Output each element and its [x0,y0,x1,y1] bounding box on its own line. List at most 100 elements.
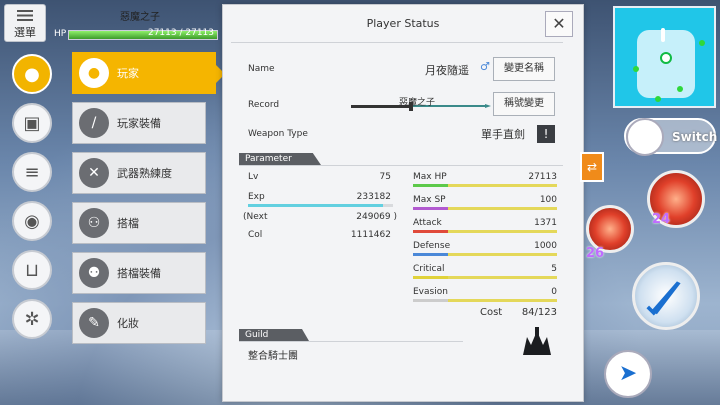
minimap[interactable] [613,6,716,108]
shop-category-button[interactable]: ⊔ [12,250,52,290]
col-value: 1111462 [350,230,391,240]
bag-icon: ▣ [23,112,41,134]
stat-bar [413,207,557,210]
guild-tab: Guild [239,329,309,341]
submenu-label: 玩家 [117,67,139,80]
player-category-button[interactable]: ● [12,54,52,94]
stat-value: 27113 [528,172,557,182]
minimap-dot [699,40,705,46]
swap-arrows-icon: ⇄ [586,160,598,174]
stat-bar [413,299,557,302]
submenu-item-partner[interactable]: ⚇ 搭檔 [72,202,206,244]
stat-bar-fill [413,230,448,233]
exp-label: Exp [248,192,265,202]
stat-value: 100 [539,195,557,205]
person-icon: ● [24,63,40,85]
running-icon: ➤ [618,361,638,386]
col-label: Col [248,230,263,240]
minimap-dot [655,96,661,102]
menu-button[interactable]: 選單 [4,4,46,42]
parameter-tab: Parameter [239,153,321,165]
player-position-icon [660,52,672,64]
switch-button[interactable]: Switch [624,118,718,156]
submenu-item-player-equipment[interactable]: / 玩家裝備 [72,102,206,144]
player-submenu: ● 玩家 / 玩家裝備 ✕ 武器熟練度 ⚇ 搭檔 ⚉ 搭檔裝備 ✎ 化妝 [72,52,225,352]
exp-bar [248,204,393,207]
minimap-area [637,30,695,98]
submenu-label: 化妝 [117,317,139,330]
divider [239,341,463,342]
menu-icon [17,10,33,21]
stat-bar-fill [413,276,448,279]
stat-value: 1371 [534,218,557,228]
stat-bar-fill [413,299,448,302]
rename-button[interactable]: 變更名稱 [493,57,555,81]
player-status-panel: Player Status ✕ Name 月夜隨遥 ♂ 變更名稱 Record … [222,4,584,402]
settings-category-button[interactable]: ✲ [12,299,52,339]
cost-label: Cost [480,307,503,318]
stat-bar [413,276,557,279]
switch-label: Switch [672,130,718,144]
dash-button[interactable]: ➤ [604,350,652,398]
hp-gauge: HP 27113 / 27113 [52,28,222,42]
makeup-icon: ✎ [79,308,109,338]
weapon-type-value: 單手直劍 [481,128,525,141]
submenu-item-makeup[interactable]: ✎ 化妝 [72,302,206,344]
social-category-button[interactable]: ◉ [12,201,52,241]
submenu-item-weapon-proficiency[interactable]: ✕ 武器熟練度 [72,152,206,194]
menu-category-column: ● ▣ ≡ ◉ ⊔ ✲ [12,54,54,348]
skill-cooldown-1: 24 [652,212,671,227]
panel-title: Player Status [366,17,440,30]
stat-bar [413,253,557,256]
submenu-item-player[interactable]: ● 玩家 [72,52,225,94]
partner-icon: ⚇ [79,208,109,238]
weapon-type-label: Weapon Type [248,129,308,139]
attack-button[interactable] [632,262,700,330]
minimap-marker-icon [661,28,665,42]
close-icon: ✕ [552,14,566,33]
stat-value: 5 [551,264,557,274]
minimap-dot [633,66,639,72]
document-icon: ≡ [24,161,40,183]
lv-label: Lv [248,172,259,182]
record-label: Record [248,100,280,110]
stat-bar-fill [413,207,448,210]
stat-bar-fill [413,184,448,187]
submenu-label: 搭檔裝備 [117,267,161,280]
male-gender-icon: ♂ [480,60,490,73]
submenu-label: 武器熟練度 [117,167,172,180]
stat-label: Attack [413,218,442,228]
next-value: 249069 ) [356,212,397,222]
stat-label: Defense [413,241,451,251]
next-label: (Next [243,212,268,222]
crossed-swords-icon: ✕ [79,158,109,188]
one-handed-sword-icon: ! [537,125,555,143]
sword-icon: / [79,108,109,138]
stat-value: 1000 [534,241,557,251]
player-name: 月夜隨遥 [425,64,469,77]
stat-value: 0 [551,287,557,297]
cart-icon: ⊔ [24,259,40,281]
guild-emblem-icon [523,327,551,355]
stat-label: Evasion [413,287,448,297]
hp-label: HP [54,29,67,39]
weapon-swap-button[interactable]: ⇄ [580,152,604,182]
submenu-label: 玩家裝備 [117,117,161,130]
submenu-label: 搭檔 [117,217,139,230]
stat-label: Max SP [413,195,446,205]
exp-bar-fill [248,204,383,207]
close-button[interactable]: ✕ [545,11,573,37]
stat-label: Critical [413,264,445,274]
quest-category-button[interactable]: ≡ [12,152,52,192]
change-title-button[interactable]: 稱號變更 [493,92,555,116]
menu-label: 選單 [14,26,36,39]
stat-label: Max HP [413,172,447,182]
skill-cooldown-2: 26 [586,246,605,261]
minimap-dot [677,86,683,92]
submenu-item-partner-equipment[interactable]: ⚉ 搭檔裝備 [72,252,206,294]
inventory-category-button[interactable]: ▣ [12,103,52,143]
hp-value: 27113 / 27113 [147,28,214,38]
gear-icon: ✲ [24,308,40,330]
cost-value: 84/123 [521,307,557,318]
stat-bar-fill [413,253,448,256]
